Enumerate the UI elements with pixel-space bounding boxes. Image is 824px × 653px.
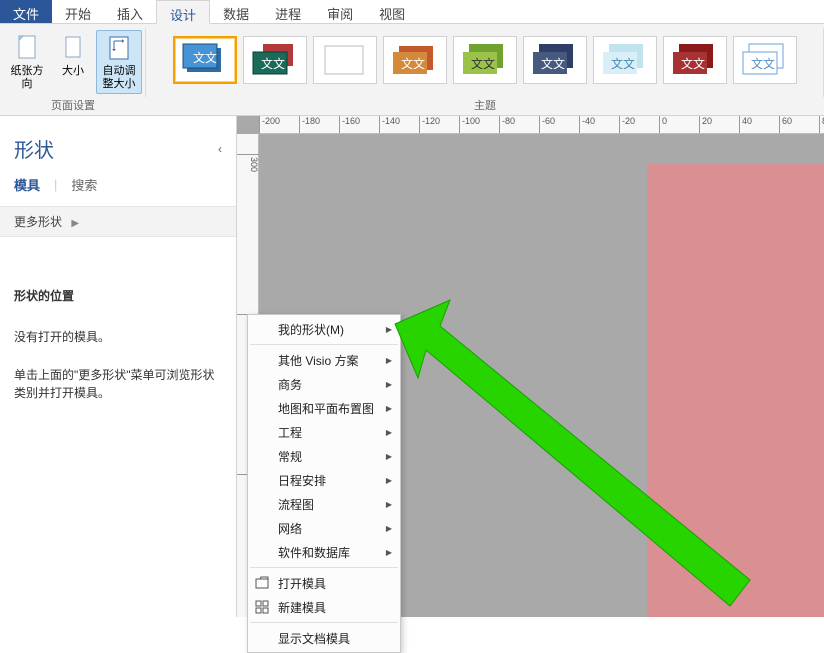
size-label: 大小: [62, 65, 84, 78]
ruler-h-tick: -20: [619, 116, 635, 134]
orientation-icon: [11, 33, 43, 65]
tab-file[interactable]: 文件: [0, 0, 52, 23]
svg-text:文文: 文文: [681, 56, 705, 71]
svg-text:文文: 文文: [611, 56, 635, 71]
more-shapes-context-menu: 我的形状(M) 其他 Visio 方案 商务 地图和平面布置图 工程 常规 日程…: [247, 314, 401, 653]
svg-text:文文: 文文: [261, 56, 285, 71]
size-button[interactable]: 大小: [50, 30, 96, 81]
subnav-divider: |: [54, 177, 57, 192]
menu-maps-floorplans[interactable]: 地图和平面布置图: [248, 396, 400, 420]
theme-thumb-8[interactable]: 文文: [663, 36, 727, 84]
orientation-label: 纸张方向: [7, 65, 47, 91]
autosize-label: 自动调整大小: [99, 65, 139, 91]
menu-software-db[interactable]: 软件和数据库: [248, 540, 400, 564]
svg-text:文文: 文文: [401, 56, 425, 71]
page-setup-group-label: 页面设置: [4, 95, 142, 115]
shapes-panel-header: 形状 ‹: [0, 116, 236, 173]
theme-thumb-1[interactable]: 文文: [173, 36, 237, 84]
ruler-h-tick: -140: [379, 116, 400, 134]
tab-review[interactable]: 审阅: [314, 0, 366, 23]
theme-thumb-6[interactable]: 文文: [523, 36, 587, 84]
ruler-h-tick: 40: [739, 116, 752, 134]
ruler-horizontal: -200-180-160-140-120-100-80-60-40-200204…: [259, 116, 824, 134]
menu-schedule[interactable]: 日程安排: [248, 468, 400, 492]
ruler-h-tick: 60: [779, 116, 792, 134]
menu-engineering[interactable]: 工程: [248, 420, 400, 444]
collapse-shapes-icon[interactable]: ‹: [218, 142, 222, 156]
stencil-hint-text: 单击上面的"更多形状"菜单可浏览形状类别并打开模具。: [14, 366, 222, 402]
tab-process[interactable]: 进程: [262, 0, 314, 23]
size-icon: [57, 33, 89, 65]
shapes-panel: 形状 ‹ 模具 | 搜索 更多形状 ▶ 形状的位置 没有打开的模具。 单击上面的…: [0, 116, 237, 617]
ruler-h-tick: -80: [499, 116, 515, 134]
new-stencil-icon: [254, 599, 270, 615]
ruler-h-tick: -40: [579, 116, 595, 134]
ruler-h-tick: 0: [659, 116, 667, 134]
tab-design[interactable]: 设计: [156, 0, 210, 24]
menu-separator: [250, 567, 398, 568]
autosize-button[interactable]: 自动调整大小: [96, 30, 142, 94]
page[interactable]: [647, 164, 824, 617]
ruler-v-tick: 300: [237, 154, 259, 172]
ruler-h-tick: -120: [419, 116, 440, 134]
menu-other-visio[interactable]: 其他 Visio 方案: [248, 348, 400, 372]
shapes-body: 形状的位置 没有打开的模具。 单击上面的"更多形状"菜单可浏览形状类别并打开模具…: [0, 237, 236, 436]
theme-thumb-5[interactable]: 文文: [453, 36, 517, 84]
svg-text:文文: 文文: [751, 56, 775, 71]
menu-my-shapes[interactable]: 我的形状(M): [248, 317, 400, 341]
menu-new-stencil[interactable]: 新建模具: [248, 595, 400, 619]
menu-business[interactable]: 商务: [248, 372, 400, 396]
ruler-h-tick: -160: [339, 116, 360, 134]
shapes-title: 形状: [14, 134, 54, 163]
ruler-h-tick: -60: [539, 116, 555, 134]
theme-thumb-4[interactable]: 文文: [383, 36, 447, 84]
svg-text:文文: 文文: [193, 50, 217, 65]
orientation-button[interactable]: 纸张方向: [4, 30, 50, 94]
tab-insert[interactable]: 插入: [104, 0, 156, 23]
svg-text:文文: 文文: [471, 56, 495, 71]
chevron-right-icon: ▶: [71, 218, 79, 229]
menu-show-doc-stencil[interactable]: 显示文档模具: [248, 626, 400, 650]
stencils-tab[interactable]: 模具: [14, 175, 40, 194]
menu-separator: [250, 622, 398, 623]
menu-general[interactable]: 常规: [248, 444, 400, 468]
no-stencil-text: 没有打开的模具。: [14, 328, 222, 346]
more-shapes-menu[interactable]: 更多形状 ▶: [0, 206, 236, 237]
ruler-h-tick: 80: [819, 116, 824, 134]
ruler-h-tick: -200: [259, 116, 280, 134]
search-tab[interactable]: 搜索: [71, 175, 97, 194]
ruler-h-tick: -100: [459, 116, 480, 134]
more-shapes-label: 更多形状: [14, 215, 62, 229]
shapes-subnav: 模具 | 搜索: [0, 173, 236, 206]
menu-separator: [250, 344, 398, 345]
themes-gallery[interactable]: 文文 文文 文文 文文 文文 文文: [165, 30, 805, 84]
ribbon-tabs: 文件 开始 插入 设计 数据 进程 审阅 视图: [0, 0, 824, 24]
open-stencil-icon: [254, 575, 270, 591]
workspace: 形状 ‹ 模具 | 搜索 更多形状 ▶ 形状的位置 没有打开的模具。 单击上面的…: [0, 116, 824, 617]
tab-home[interactable]: 开始: [52, 0, 104, 23]
shapes-position-heading: 形状的位置: [14, 287, 222, 304]
menu-network[interactable]: 网络: [248, 516, 400, 540]
menu-flowchart[interactable]: 流程图: [248, 492, 400, 516]
tab-data[interactable]: 数据: [210, 0, 262, 23]
ribbon-group-themes: 文文 文文 文文 文文 文文 文文: [146, 24, 824, 115]
svg-text:文文: 文文: [541, 56, 565, 71]
theme-thumb-2[interactable]: 文文: [243, 36, 307, 84]
ribbon: 纸张方向 大小 自动调整大小 页面设置 文文: [0, 24, 824, 116]
menu-open-stencil[interactable]: 打开模具: [248, 571, 400, 595]
theme-thumb-3[interactable]: [313, 36, 377, 84]
ribbon-group-page-setup: 纸张方向 大小 自动调整大小 页面设置: [0, 24, 146, 115]
themes-group-label: 主题: [150, 95, 820, 115]
autosize-icon: [103, 33, 135, 65]
theme-thumb-7[interactable]: 文文: [593, 36, 657, 84]
theme-thumb-9[interactable]: 文文: [733, 36, 797, 84]
ruler-h-tick: 20: [699, 116, 712, 134]
ruler-h-tick: -180: [299, 116, 320, 134]
tab-view[interactable]: 视图: [366, 0, 418, 23]
